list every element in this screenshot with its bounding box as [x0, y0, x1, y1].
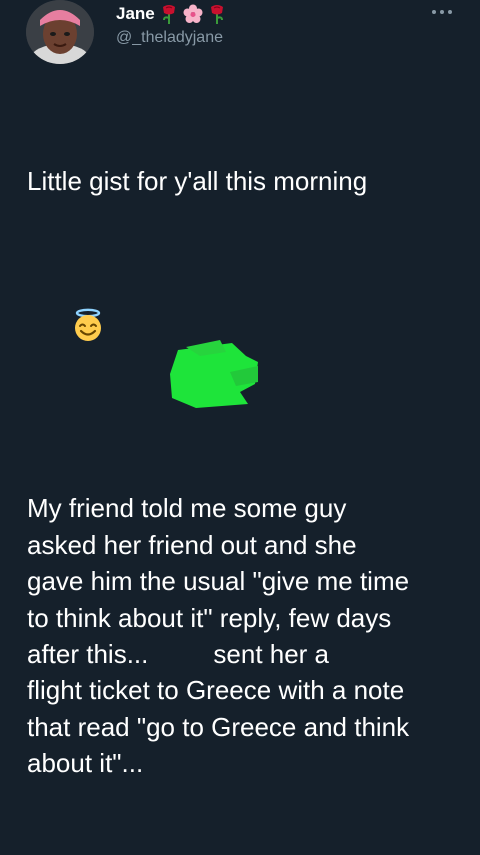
display-name[interactable]: Jane — [116, 4, 155, 24]
user-handle[interactable]: @_theladyjane — [116, 29, 225, 47]
tweet-spacer — [27, 381, 467, 417]
tweet-header: Jane @_theladyjane — [116, 3, 225, 47]
more-options-button[interactable] — [432, 4, 452, 20]
tweet-text: Little gist for y'all this morning My fr… — [27, 90, 467, 855]
name-emojis — [161, 4, 225, 24]
tweet-emoji-line — [27, 272, 467, 342]
avatar[interactable] — [26, 0, 94, 64]
name-row: Jane — [116, 3, 225, 25]
tweet: Jane @_theladyjane Little gist for y'all… — [0, 0, 480, 778]
rose-icon — [162, 5, 175, 24]
tweet-line-1: Little gist for y'all this morning — [27, 165, 368, 196]
dot-icon — [432, 10, 436, 14]
rose-icon — [210, 5, 223, 24]
smiling-face-with-halo-icon — [75, 309, 102, 342]
cherry-blossom-icon — [183, 4, 203, 23]
dot-icon — [440, 10, 444, 14]
tweet-paragraph: My friend told me some guy asked her fri… — [27, 493, 410, 779]
dot-icon — [448, 10, 452, 14]
